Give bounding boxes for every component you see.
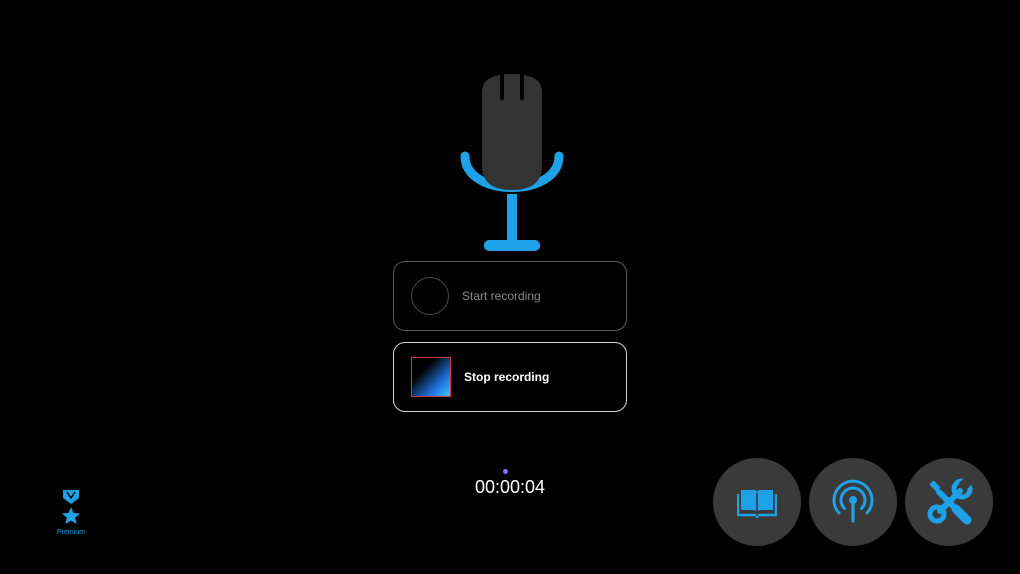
stop-recording-label: Stop recording [464,370,550,384]
start-recording-button[interactable]: Start recording [393,261,627,331]
medal-star-icon [62,490,80,524]
stop-square-icon [411,357,451,397]
library-button[interactable] [713,458,801,546]
stop-recording-button[interactable]: Stop recording [393,342,627,412]
premium-label: Premium [56,529,85,536]
open-book-icon [737,490,777,519]
elapsed-timer: 00:00:04 [474,477,546,497]
broadcast-icon [832,479,874,523]
wrench-screwdriver-icon [927,478,973,525]
broadcast-button[interactable] [809,458,897,546]
premium-button[interactable]: Premium [46,488,96,536]
recording-indicator-dot [503,469,508,474]
record-circle-icon [411,277,449,315]
start-recording-label: Start recording [462,289,541,303]
settings-tools-button[interactable] [905,458,993,546]
microphone-icon [460,74,564,251]
